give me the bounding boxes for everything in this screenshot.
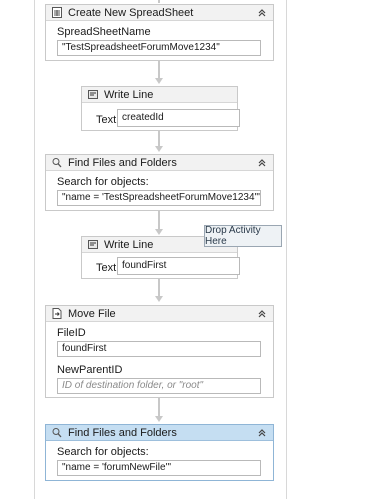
connector xyxy=(158,398,160,418)
find-files-icon xyxy=(52,157,62,168)
text-input[interactable]: createdId xyxy=(117,109,240,127)
connector-arrow xyxy=(155,229,163,235)
canvas-left-guide xyxy=(34,0,35,499)
move-file-activity[interactable]: Move File FileID foundFirst NewParentID … xyxy=(45,305,274,398)
move-file-icon xyxy=(52,308,62,319)
write-line-icon xyxy=(88,239,98,250)
text-label: Text xyxy=(96,262,117,274)
file-id-input[interactable]: foundFirst xyxy=(57,341,261,357)
activity-header[interactable]: Create New SpreadSheet xyxy=(46,5,273,21)
file-id-label: FileID xyxy=(57,327,86,339)
write-line-icon xyxy=(88,89,98,100)
connector xyxy=(158,0,160,3)
search-query-input[interactable]: "name = 'TestSpreadsheetForumMove1234'" xyxy=(57,190,261,206)
activity-title: Create New SpreadSheet xyxy=(68,6,194,19)
connector xyxy=(158,211,160,231)
search-query-input[interactable]: "name = 'forumNewFile'" xyxy=(57,460,261,476)
write-line-activity[interactable]: Write Line Text createdId xyxy=(81,86,240,131)
activity-header[interactable]: Write Line xyxy=(82,87,237,103)
activity-header[interactable]: Find Files and Folders xyxy=(46,155,273,171)
new-parent-id-label: NewParentID xyxy=(57,364,123,376)
connector-arrow xyxy=(155,78,163,84)
collapse-chevron-icon[interactable] xyxy=(257,8,267,18)
create-spreadsheet-activity[interactable]: Create New SpreadSheet SpreadSheetName "… xyxy=(45,4,274,61)
find-files-icon xyxy=(52,427,62,438)
connector-arrow xyxy=(155,296,163,302)
text-input[interactable]: foundFirst xyxy=(117,257,240,275)
spreadsheet-name-label: SpreadSheetName xyxy=(57,26,151,38)
activity-title: Find Files and Folders xyxy=(68,156,177,169)
collapse-chevron-icon[interactable] xyxy=(257,309,267,319)
activity-header[interactable]: Move File xyxy=(46,306,273,322)
spreadsheet-icon xyxy=(52,7,62,18)
find-files-activity-selected[interactable]: Find Files and Folders Search for object… xyxy=(45,424,274,481)
spreadsheet-name-input[interactable]: "TestSpreadsheetForumMove1234" xyxy=(57,40,261,56)
text-label: Text xyxy=(96,114,117,126)
activity-title: Move File xyxy=(68,307,116,320)
connector-arrow xyxy=(155,416,163,422)
collapse-chevron-icon[interactable] xyxy=(257,158,267,168)
find-files-activity[interactable]: Find Files and Folders Search for object… xyxy=(45,154,274,211)
activity-header[interactable]: Find Files and Folders xyxy=(46,425,273,441)
canvas-right-guide xyxy=(286,0,287,499)
drop-activity-tooltip: Drop Activity Here xyxy=(204,225,282,247)
search-label: Search for objects: xyxy=(57,176,149,188)
collapse-chevron-icon[interactable] xyxy=(257,428,267,438)
activity-title: Find Files and Folders xyxy=(68,426,177,439)
activity-title: Write Line xyxy=(104,88,154,101)
new-parent-id-input[interactable]: ID of destination folder, or "root" xyxy=(57,378,261,394)
search-label: Search for objects: xyxy=(57,446,149,458)
connector-arrow xyxy=(155,146,163,152)
